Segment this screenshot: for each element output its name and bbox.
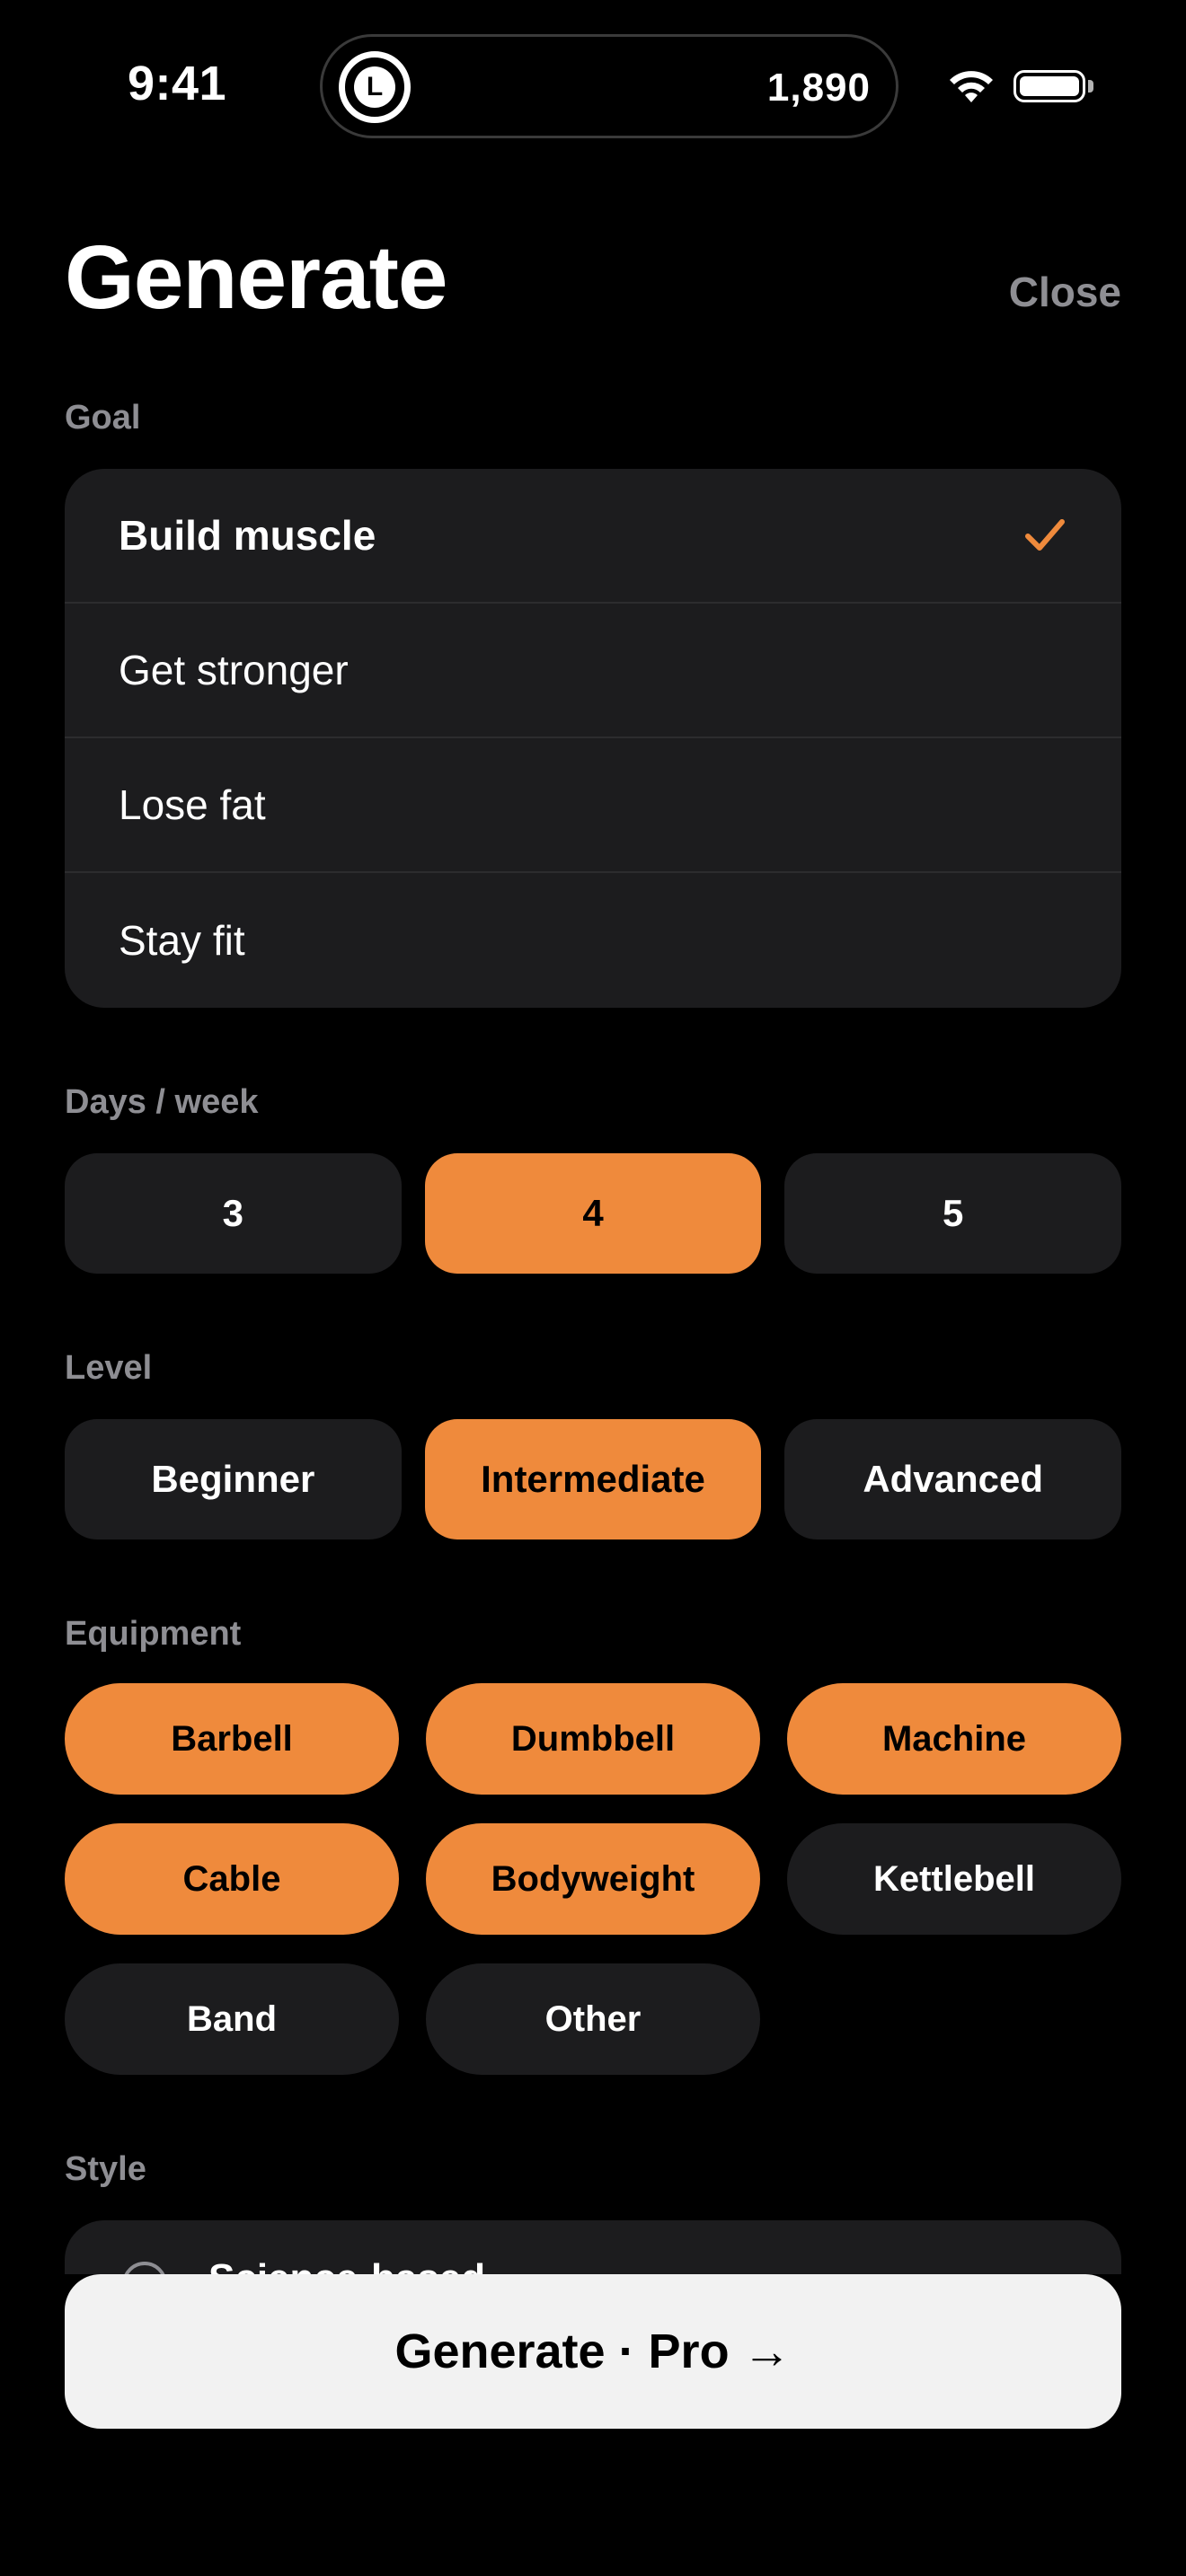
goal-option-label: Get stronger [119, 647, 349, 693]
equipment-chip-band[interactable]: Band [65, 1963, 399, 2075]
days-selector: 3 4 5 [65, 1153, 1122, 1274]
equipment-section-label: Equipment [65, 1615, 242, 1653]
equipment-chips: Barbell Dumbbell Machine Cable Bodyweigh… [65, 1683, 1121, 2075]
level-section-label: Level [65, 1349, 153, 1387]
goal-option-stay-fit[interactable]: Stay fit [65, 873, 1121, 1008]
equipment-chip-barbell[interactable]: Barbell [65, 1683, 399, 1795]
days-option-3[interactable]: 3 [65, 1153, 402, 1274]
level-option-intermediate[interactable]: Intermediate [424, 1419, 762, 1539]
goal-option-get-stronger[interactable]: Get stronger [65, 604, 1121, 738]
level-option-advanced[interactable]: Advanced [784, 1419, 1122, 1539]
page-title: Generate [65, 227, 448, 328]
goal-option-label: Stay fit [119, 917, 245, 964]
activity-icon-letter: L [354, 66, 395, 108]
days-section-label: Days / week [65, 1083, 259, 1121]
equipment-chip-dumbbell[interactable]: Dumbbell [426, 1683, 760, 1795]
style-section-label: Style [65, 2150, 146, 2188]
goal-option-build-muscle[interactable]: Build muscle [65, 469, 1121, 604]
equipment-chip-machine[interactable]: Machine [787, 1683, 1121, 1795]
status-time: 9:41 [128, 57, 227, 110]
wifi-icon [950, 71, 993, 102]
goal-option-lose-fat[interactable]: Lose fat [65, 738, 1121, 873]
dynamic-island[interactable]: L 1,890 [320, 34, 898, 138]
equipment-chip-kettlebell[interactable]: Kettlebell [787, 1823, 1121, 1935]
goal-option-label: Lose fat [119, 781, 266, 828]
checkmark-icon [1025, 519, 1065, 551]
equipment-chip-cable[interactable]: Cable [65, 1823, 399, 1935]
goal-list: Build muscle Get stronger Lose fat Stay … [65, 469, 1121, 1008]
days-option-4[interactable]: 4 [424, 1153, 762, 1274]
generate-pro-button[interactable]: Generate · Pro → [65, 2274, 1121, 2429]
activity-count: 1,890 [766, 66, 871, 110]
goal-section-label: Goal [65, 399, 141, 437]
level-selector: Beginner Intermediate Advanced [65, 1419, 1122, 1539]
days-option-5[interactable]: 5 [784, 1153, 1122, 1274]
battery-icon [1013, 70, 1085, 102]
equipment-chip-bodyweight[interactable]: Bodyweight [426, 1823, 760, 1935]
activity-ring-icon: L [339, 51, 411, 123]
close-button[interactable]: Close [1009, 268, 1121, 316]
equipment-chip-other[interactable]: Other [426, 1963, 760, 2075]
level-option-beginner[interactable]: Beginner [65, 1419, 402, 1539]
goal-option-label: Build muscle [119, 512, 376, 559]
battery-cap [1088, 80, 1093, 93]
